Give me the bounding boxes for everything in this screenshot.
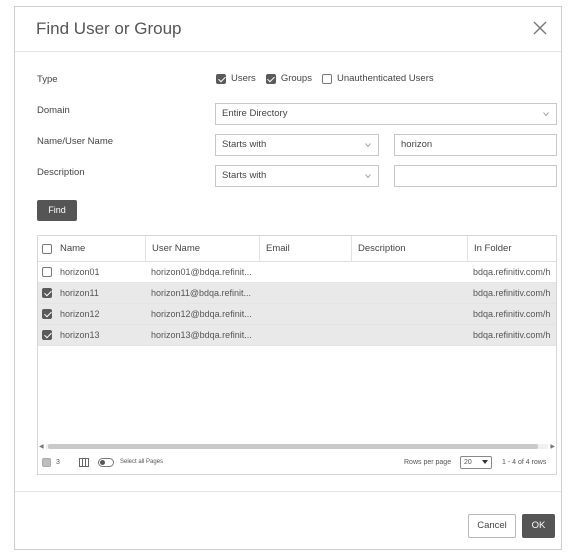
name-label: Name/User Name	[37, 136, 114, 147]
cell-folder: bdqa.refinitiv.com/h	[473, 267, 551, 277]
domain-label: Domain	[37, 105, 70, 116]
row-checkbox[interactable]	[42, 330, 52, 340]
users-checkbox[interactable]	[216, 73, 226, 84]
table-row[interactable]: horizon01 horizon01@bdqa.refinit... bdqa…	[38, 262, 556, 283]
results-grid: Name User Name Email Description In Fold…	[37, 235, 557, 475]
rows-per-page-label: Rows per page	[404, 459, 452, 466]
chevron-down-icon	[365, 174, 371, 179]
column-header-email[interactable]: Email	[259, 236, 352, 262]
domain-select[interactable]: Entire Directory	[215, 103, 557, 125]
row-checkbox[interactable]	[42, 309, 52, 319]
row-range: 1 - 4 of 4 rows	[502, 459, 547, 466]
cell-name: horizon13	[60, 330, 100, 340]
cell-folder: bdqa.refinitiv.com/h	[473, 288, 551, 298]
table-row[interactable]: horizon11 horizon11@bdqa.refinit... bdqa…	[38, 283, 556, 304]
scroll-left-icon[interactable]: ◀	[39, 443, 44, 450]
find-user-dialog: Find User or Group Type Users Groups Una…	[14, 6, 562, 550]
cell-name: horizon11	[60, 288, 99, 298]
cell-name: horizon01	[60, 267, 100, 277]
chevron-down-icon	[543, 112, 549, 117]
find-button[interactable]: Find	[37, 200, 77, 221]
name-match-value: Starts with	[222, 139, 267, 150]
footer-divider	[15, 491, 561, 492]
description-input[interactable]	[394, 165, 557, 187]
columns-icon[interactable]	[79, 458, 89, 467]
select-all-checkbox[interactable]	[42, 244, 52, 254]
description-match-value: Starts with	[222, 170, 267, 181]
selected-count: 3	[56, 459, 60, 466]
grid-footer: 3 Select all Pages Rows per page 20 1 - …	[38, 452, 556, 474]
description-label: Description	[37, 167, 85, 178]
type-options: Users Groups Unauthenticated Users	[216, 73, 444, 84]
users-checkbox-label: Users	[231, 73, 256, 84]
cell-user-name: horizon01@bdqa.refinit...	[151, 267, 252, 277]
column-header-description[interactable]: Description	[351, 236, 468, 262]
selected-count-checkbox-icon	[42, 458, 51, 467]
column-header-name[interactable]: Name	[54, 236, 150, 262]
domain-select-value: Entire Directory	[222, 108, 288, 119]
ok-button[interactable]: OK	[522, 514, 555, 538]
row-checkbox[interactable]	[42, 267, 52, 277]
unauthenticated-users-checkbox[interactable]	[321, 73, 332, 84]
name-input[interactable]: horizon	[394, 134, 557, 156]
description-match-select[interactable]: Starts with	[215, 165, 379, 187]
cell-name: horizon12	[60, 309, 100, 319]
cell-user-name: horizon13@bdqa.refinit...	[151, 330, 252, 340]
table-row[interactable]: horizon12 horizon12@bdqa.refinit... bdqa…	[38, 304, 556, 325]
select-all-pages-label: Select all Pages	[120, 459, 164, 465]
cell-folder: bdqa.refinitiv.com/h	[473, 309, 551, 319]
grid-header: Name User Name Email Description In Fold…	[38, 236, 556, 262]
cell-user-name: horizon12@bdqa.refinit...	[151, 309, 252, 319]
dialog-title: Find User or Group	[36, 19, 182, 38]
groups-checkbox-label: Groups	[280, 73, 312, 84]
header-divider	[15, 51, 561, 52]
horizontal-scrollbar[interactable]: ◀ ▶	[38, 442, 556, 451]
cell-user-name: horizon11@bdqa.refinit...	[151, 288, 252, 298]
rows-per-page-select[interactable]: 20	[460, 456, 492, 469]
name-match-select[interactable]: Starts with	[215, 134, 379, 156]
row-checkbox[interactable]	[42, 288, 52, 298]
rows-per-page-value: 20	[464, 459, 472, 466]
chevron-down-icon	[365, 143, 371, 148]
unauthenticated-users-label: Unauthenticated Users	[336, 73, 434, 84]
close-icon[interactable]	[531, 19, 549, 37]
column-header-in-folder[interactable]: In Folder	[467, 236, 556, 262]
cell-folder: bdqa.refinitiv.com/h	[473, 330, 551, 340]
table-row[interactable]: horizon13 horizon13@bdqa.refinit... bdqa…	[38, 325, 556, 346]
type-label: Type	[37, 74, 58, 85]
select-all-pages-toggle[interactable]	[98, 458, 114, 467]
scrollbar-thumb[interactable]	[48, 444, 538, 449]
scroll-right-icon[interactable]: ▶	[550, 443, 555, 450]
caret-down-icon	[482, 460, 488, 464]
column-header-user-name[interactable]: User Name	[145, 236, 259, 262]
groups-checkbox[interactable]	[265, 73, 276, 84]
cancel-button[interactable]: Cancel	[468, 514, 516, 538]
